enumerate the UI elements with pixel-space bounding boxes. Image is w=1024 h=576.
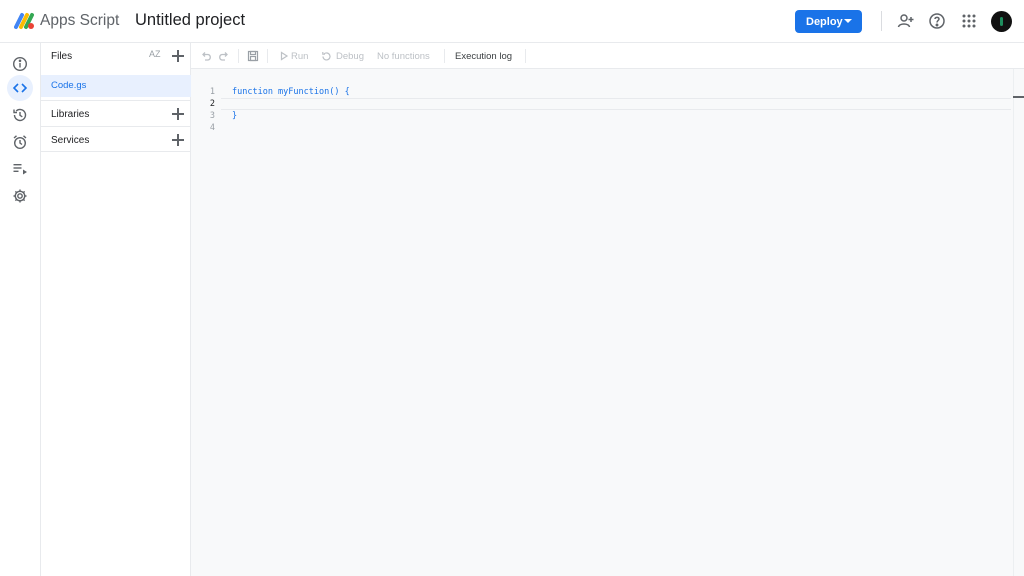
apps-script-logo-icon[interactable] xyxy=(14,11,36,31)
files-header: Files AZ xyxy=(41,43,191,69)
header-divider xyxy=(881,11,882,31)
toolbar-divider xyxy=(525,49,526,63)
toolbar-divider xyxy=(444,49,445,63)
line-number: 2 xyxy=(209,99,215,109)
history-icon[interactable] xyxy=(7,102,33,128)
services-section[interactable]: Services xyxy=(41,126,191,152)
alarm-icon[interactable] xyxy=(7,129,33,155)
sort-az-icon[interactable]: AZ xyxy=(149,49,161,59)
code-line[interactable]: } xyxy=(232,111,237,121)
save-icon[interactable] xyxy=(246,49,260,63)
project-title[interactable]: Untitled project xyxy=(135,11,245,30)
add-file-icon[interactable] xyxy=(171,49,185,63)
debug-icon xyxy=(319,49,333,63)
code-line[interactable]: function myFunction() { xyxy=(232,87,350,97)
apps-grid-icon[interactable] xyxy=(959,11,979,31)
libraries-label: Libraries xyxy=(51,109,90,120)
top-bar: Apps Script Untitled project Deploy xyxy=(0,0,1024,43)
line-number: 1 xyxy=(209,87,215,97)
execution-log-button[interactable]: Execution log xyxy=(455,51,512,62)
editor-scrollbar[interactable] xyxy=(1013,69,1014,576)
files-title: Files xyxy=(51,51,73,62)
function-select[interactable]: No functions xyxy=(377,51,430,62)
app-name[interactable]: Apps Script xyxy=(40,12,119,30)
debug-button[interactable]: Debug xyxy=(336,51,364,62)
file-item-code-gs[interactable]: Code.gs xyxy=(41,75,191,97)
scrollbar-cursor-marker xyxy=(1013,96,1024,98)
current-line-highlight xyxy=(221,98,1011,110)
code-icon[interactable] xyxy=(7,75,33,101)
add-library-icon[interactable] xyxy=(171,107,185,121)
settings-icon[interactable] xyxy=(7,183,33,209)
files-panel: Files AZ Code.gs Libraries Services xyxy=(41,43,191,576)
libraries-section[interactable]: Libraries xyxy=(41,100,191,126)
run-button[interactable]: Run xyxy=(291,51,308,62)
dropdown-caret-icon xyxy=(844,19,852,23)
deploy-button-label: Deploy xyxy=(806,15,843,28)
help-icon[interactable] xyxy=(927,11,947,31)
avatar-mark xyxy=(1000,17,1003,26)
toolbar-divider xyxy=(267,49,268,63)
deploy-button[interactable]: Deploy xyxy=(795,10,862,33)
code-editor[interactable]: 1 2 3 4 function myFunction() { } xyxy=(191,69,1024,576)
line-number: 4 xyxy=(209,123,215,133)
add-service-icon[interactable] xyxy=(171,133,185,147)
line-number: 3 xyxy=(209,111,215,121)
run-icon xyxy=(277,49,291,63)
undo-icon[interactable] xyxy=(199,49,213,63)
file-item-label: Code.gs xyxy=(51,80,87,91)
executions-icon[interactable] xyxy=(7,156,33,182)
redo-icon[interactable] xyxy=(217,49,231,63)
add-person-icon[interactable] xyxy=(896,11,916,31)
editor-toolbar: Run Debug No functions Execution log xyxy=(191,43,1024,69)
services-label: Services xyxy=(51,135,90,146)
nav-rail xyxy=(0,43,41,576)
info-icon[interactable] xyxy=(7,51,33,77)
avatar[interactable] xyxy=(991,11,1012,32)
toolbar-divider xyxy=(238,49,239,63)
